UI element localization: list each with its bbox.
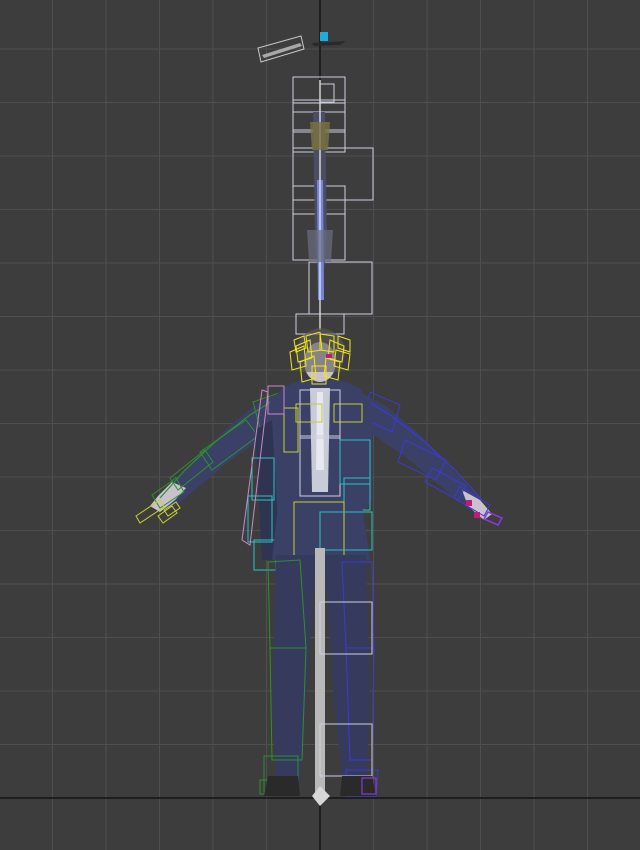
viewport-front[interactable]	[0, 0, 640, 850]
eye-accent	[326, 354, 332, 358]
weapon-marker	[320, 32, 328, 41]
left-shoe	[264, 776, 300, 796]
right-hand-accent-2	[474, 512, 480, 518]
right-shoe	[340, 776, 376, 796]
right-hand-accent-1	[466, 500, 472, 506]
scene-canvas[interactable]	[0, 0, 640, 850]
legs[interactable]	[259, 548, 379, 806]
